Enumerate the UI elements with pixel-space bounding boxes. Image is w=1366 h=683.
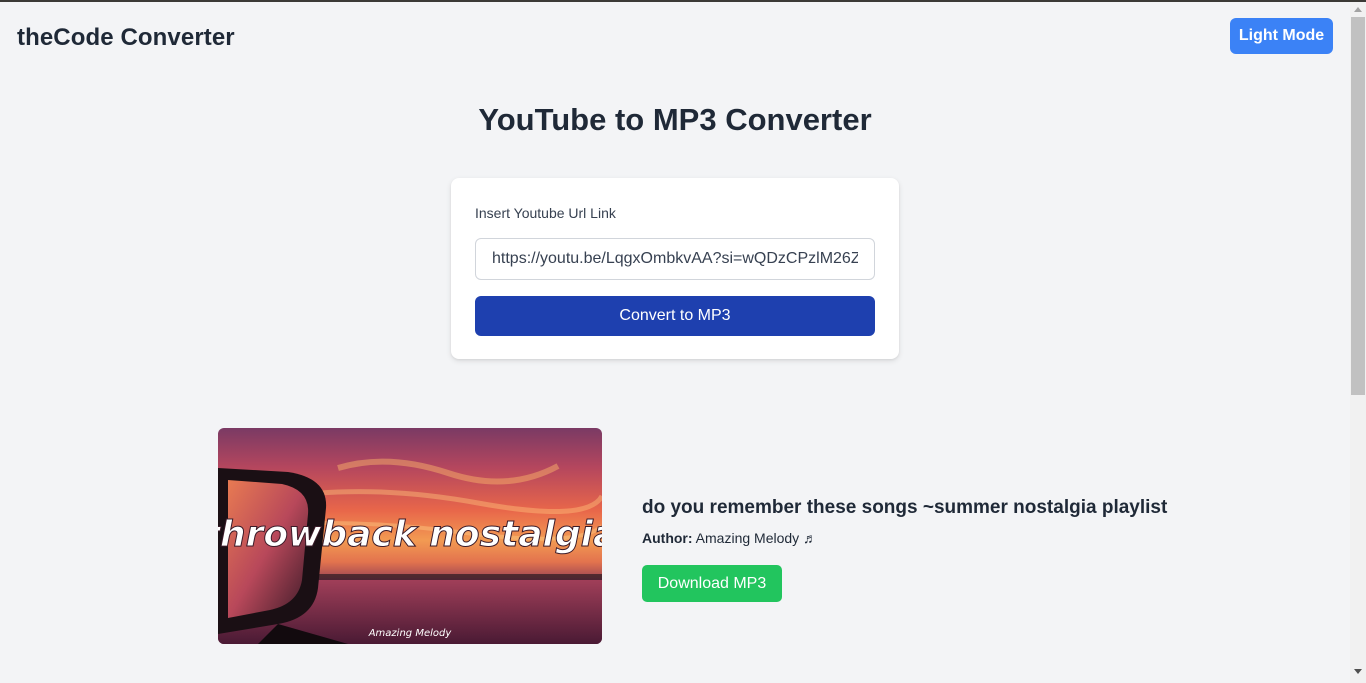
thumbnail-watermark: Amazing Melody [368,628,453,639]
url-input[interactable] [475,238,875,280]
author-label: Author: [642,530,693,546]
converter-card: Insert Youtube Url Link Convert to MP3 [451,178,899,359]
author-name: Amazing Melody ♬ [695,530,818,546]
video-title: do you remember these songs ~summer nost… [642,497,1168,518]
brand-title: theCode Converter [17,24,235,51]
light-mode-toggle-button[interactable]: Light Mode [1230,18,1333,54]
scroll-down-arrow-icon[interactable] [1354,669,1362,674]
video-thumbnail: throwback nostalgia Amazing Melody [218,428,602,644]
convert-button[interactable]: Convert to MP3 [475,296,875,336]
video-author: Author: Amazing Melody ♬ [642,530,817,546]
download-mp3-button[interactable]: Download MP3 [642,565,782,602]
page-title: YouTube to MP3 Converter [478,102,872,137]
scrollbar-thumb[interactable] [1351,17,1365,395]
thumbnail-text: throwback nostalgia [218,514,602,555]
page-viewport: theCode Converter Light Mode YouTube to … [0,2,1350,683]
scroll-up-arrow-icon[interactable] [1354,7,1362,12]
url-field-label: Insert Youtube Url Link [475,205,616,221]
